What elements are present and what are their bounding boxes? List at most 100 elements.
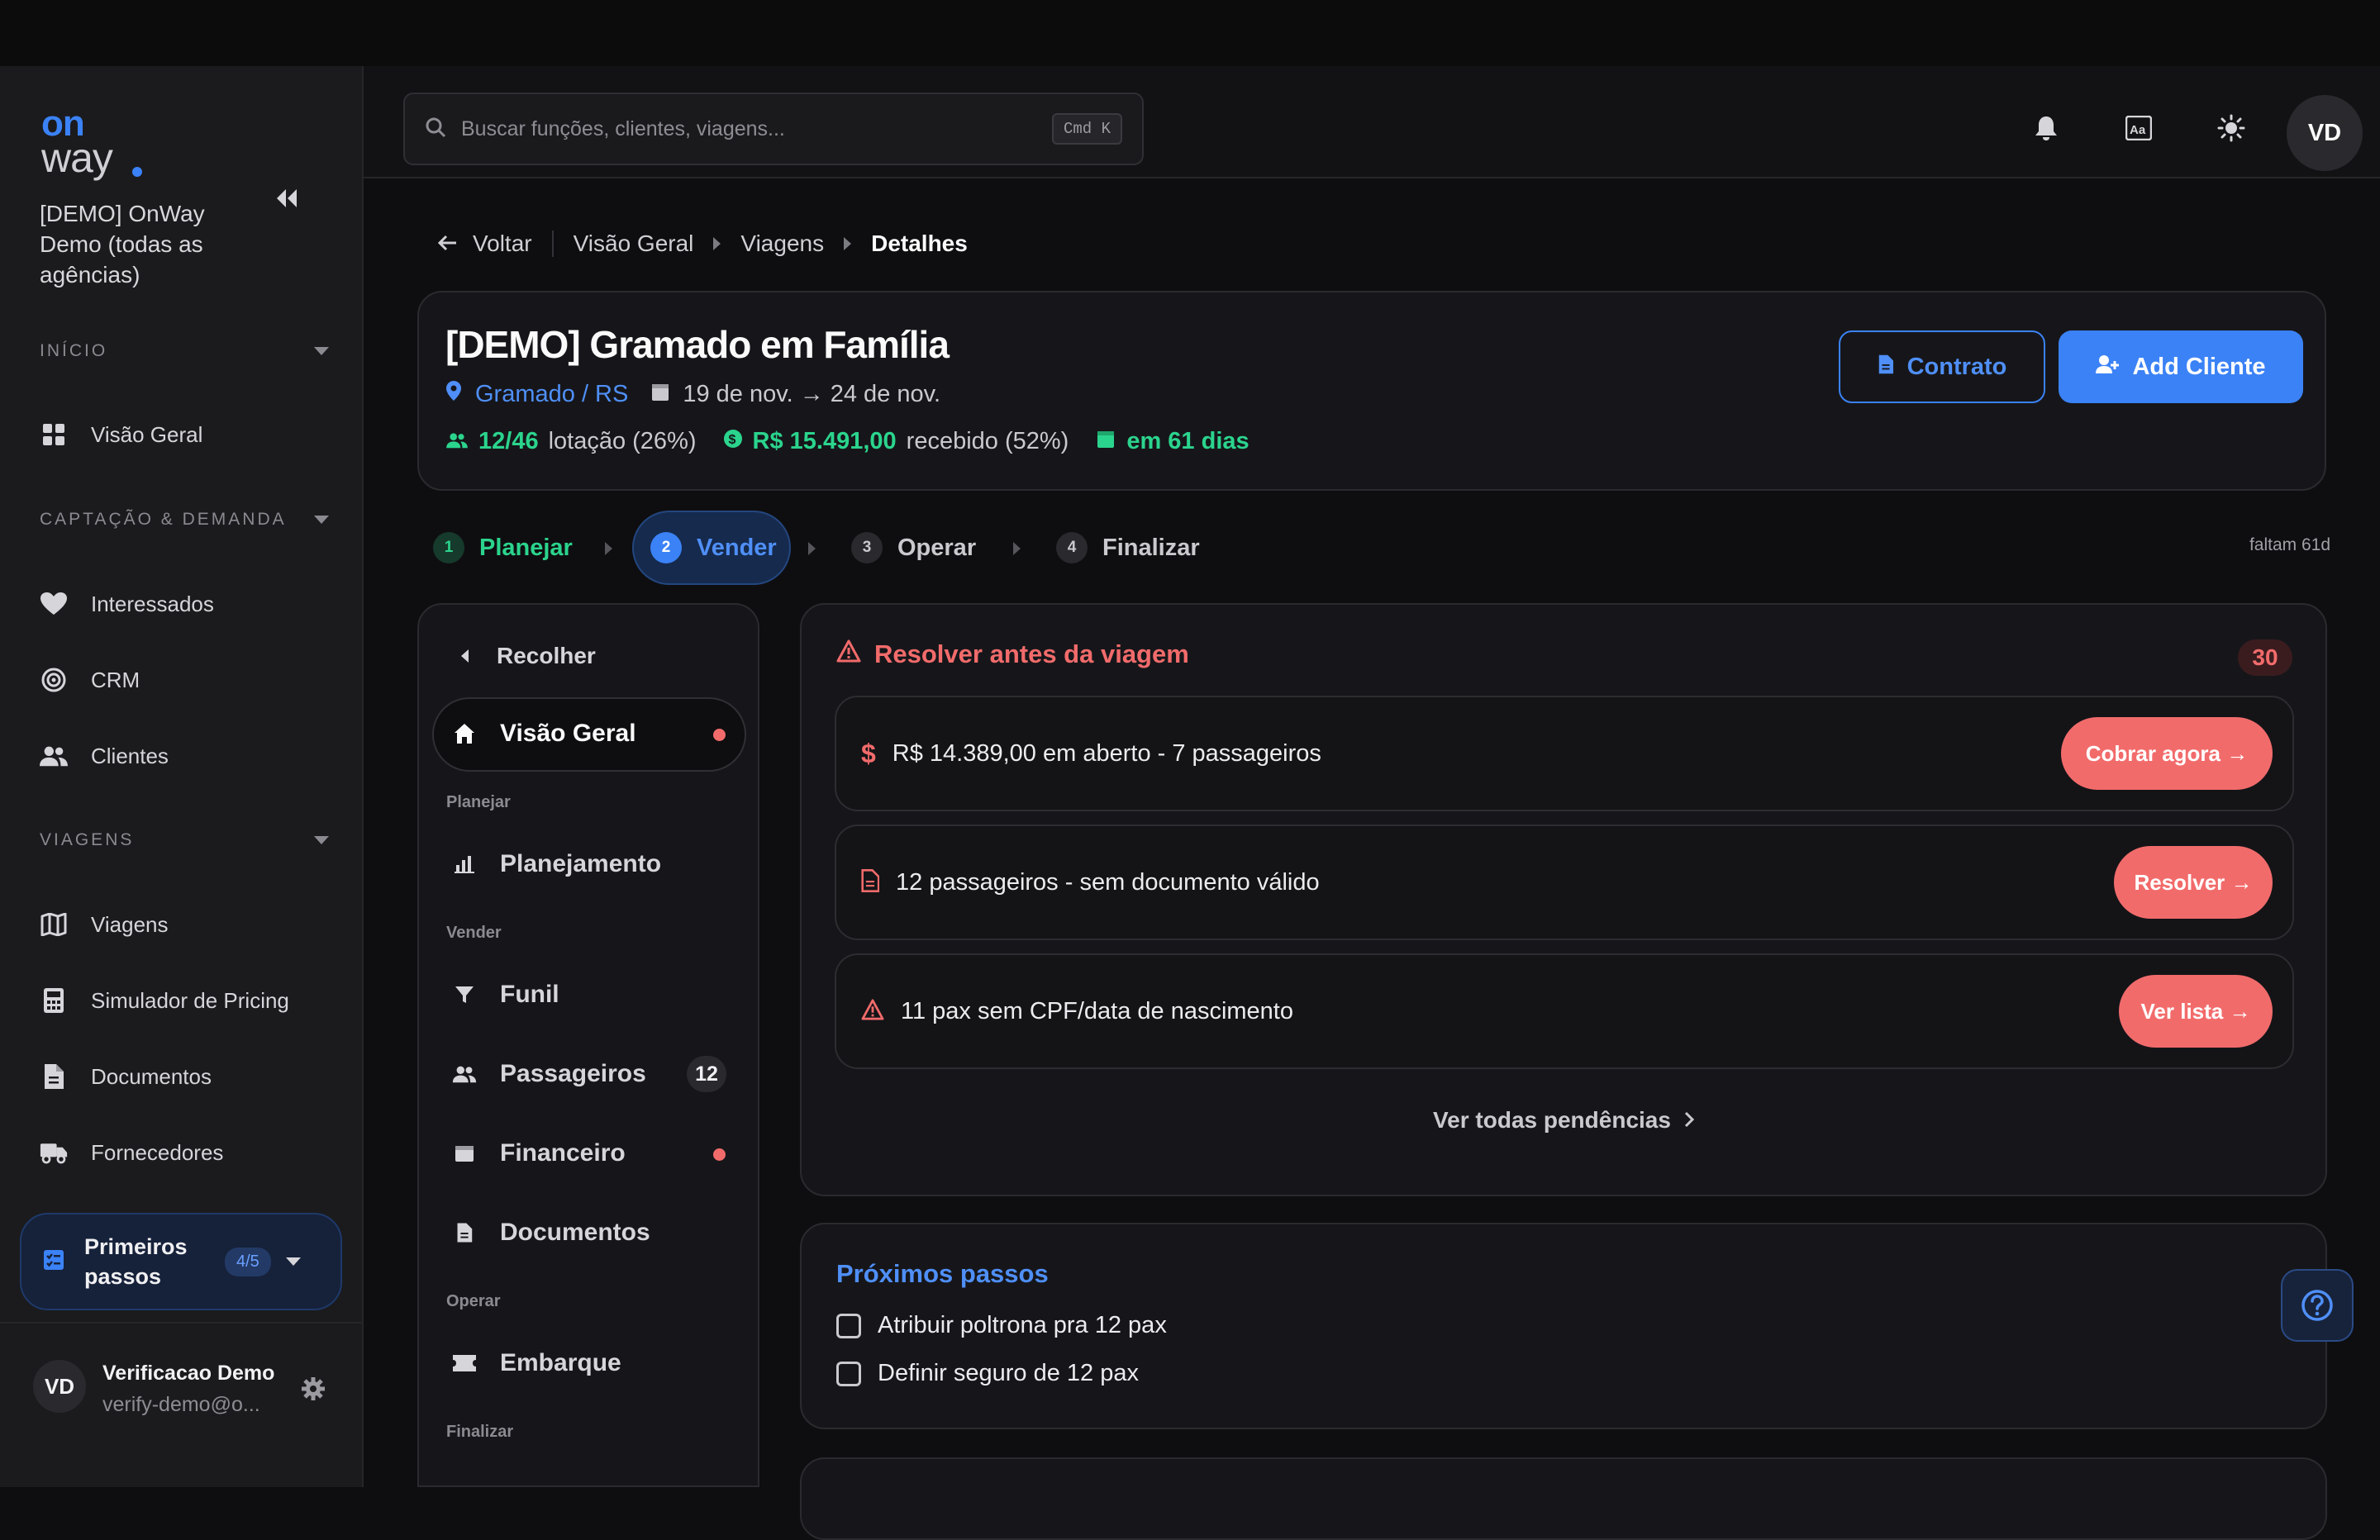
sidebar-item-documentos[interactable]: Documentos — [40, 1055, 337, 1098]
checkbox[interactable] — [836, 1361, 861, 1386]
pending-count-badge: 30 — [2238, 639, 2292, 676]
issue-text: R$ 14.389,00 em aberto - 7 passageiros — [892, 739, 1321, 767]
app-window: on way [DEMO] OnWay Demo (todas as agênc… — [0, 0, 2380, 1540]
help-button[interactable] — [2281, 1269, 2354, 1342]
theme-toggle-button[interactable] — [2202, 99, 2260, 157]
view-all-label: Ver todas pendências — [1433, 1107, 1671, 1133]
subnav-label: Financeiro — [500, 1139, 626, 1167]
view-all-pending-link[interactable]: Ver todas pendências — [802, 1107, 2325, 1134]
chevron-left-icon — [450, 649, 478, 663]
search-icon — [425, 116, 446, 142]
back-link[interactable]: Voltar — [473, 231, 532, 257]
trip-stats: 12/46 lotação (26%) $ R$ 15.491,00 receb… — [445, 428, 1250, 455]
passengers-count-badge: 12 — [687, 1056, 726, 1092]
contract-button[interactable]: Contrato — [1839, 330, 2045, 403]
subnav-item-visao-geral-content[interactable]: Visão Geral — [450, 709, 636, 758]
received-value: R$ 15.491,00 — [752, 428, 897, 454]
step-vender[interactable]: 2 Vender — [632, 511, 791, 585]
language-button[interactable]: Aa — [2110, 99, 2168, 157]
subnav-item-planejamento[interactable]: Planejamento — [450, 839, 661, 889]
double-chevron-left-icon — [277, 189, 297, 207]
section-captacao[interactable]: CAPTAÇÃO & DEMANDA — [40, 507, 329, 532]
users-icon — [445, 428, 469, 455]
occupancy-value: 12/46 — [478, 428, 539, 454]
header-avatar[interactable]: VD — [2287, 95, 2363, 171]
issue-row-documents: 12 passageiros - sem documento válido Re… — [835, 825, 2294, 940]
chevron-right-icon — [844, 237, 852, 250]
subnav-item-documentos[interactable]: Documentos — [450, 1208, 650, 1257]
chevron-right-icon — [713, 237, 721, 250]
sidebar-item-crm[interactable]: CRM — [40, 658, 337, 701]
target-icon — [40, 666, 68, 694]
remaining-days: faltam 61d — [2249, 535, 2330, 554]
collapse-label: Recolher — [497, 643, 596, 668]
trip-countdown: em 61 dias — [1126, 428, 1250, 454]
divider — [551, 231, 554, 257]
next-step-item[interactable]: Atribuir poltrona pra 12 pax — [836, 1312, 1167, 1339]
chevron-right-icon — [605, 542, 612, 555]
trip-dates: 19 de nov. → 24 de nov. — [683, 380, 941, 407]
sidebar-item-simulador-pricing[interactable]: Simulador de Pricing — [40, 979, 337, 1022]
collapse-sidebar-button[interactable] — [266, 182, 306, 215]
onway-logo[interactable]: on way — [41, 106, 157, 180]
subnav-group-planejar: Planejar — [446, 793, 511, 811]
panel-header: Resolver antes da viagem — [836, 639, 1189, 669]
sidebar-item-viagens[interactable]: Viagens — [40, 903, 337, 946]
user-avatar[interactable]: VD — [33, 1360, 86, 1413]
gear-icon[interactable] — [301, 1376, 326, 1405]
section-viagens[interactable]: VIAGENS — [40, 828, 329, 853]
document-icon — [450, 1222, 478, 1243]
sidebar-item-visao-geral[interactable]: Visão Geral — [40, 413, 337, 456]
collapse-subnav-button[interactable]: Recolher — [450, 631, 596, 681]
sidebar-item-interessados[interactable]: Interessados — [40, 582, 337, 625]
window-top-strip — [0, 0, 2380, 66]
onboarding-card[interactable]: Primeiros passos 4/5 — [20, 1213, 342, 1310]
step-number: 1 — [433, 532, 464, 563]
chevron-right-icon — [1684, 1107, 1695, 1134]
breadcrumb-visao-geral[interactable]: Visão Geral — [574, 231, 694, 257]
subnav-label: Planejamento — [500, 850, 662, 877]
trip-subnav: Recolher Visão Geral Planejar Planejamen… — [417, 603, 759, 1487]
step-finalizar[interactable]: 4 Finalizar — [1056, 511, 1200, 585]
step-number: 3 — [851, 532, 883, 563]
trip-location-link[interactable]: Gramado / RS — [475, 381, 628, 408]
sidebar-item-label: Simulador de Pricing — [91, 987, 289, 1013]
subnav-item-passageiros[interactable]: Passageiros — [450, 1049, 646, 1099]
onboarding-progress-badge: 4/5 — [225, 1247, 271, 1276]
sun-icon — [2217, 114, 2245, 142]
view-list-button[interactable]: Ver lista → — [2119, 975, 2273, 1048]
subnav-group-operar: Operar — [446, 1292, 501, 1310]
subnav-item-financeiro[interactable]: Financeiro — [450, 1129, 626, 1178]
notifications-button[interactable] — [2017, 99, 2075, 157]
calendar-icon — [1097, 428, 1115, 455]
money-icon: $ — [723, 428, 743, 455]
issue-text: 11 pax sem CPF/data de nascimento — [901, 997, 1293, 1024]
add-client-button[interactable]: Add Cliente — [2059, 330, 2303, 403]
resolve-button[interactable]: Resolver → — [2114, 846, 2273, 919]
sidebar-item-fornecedores[interactable]: Fornecedores — [40, 1131, 337, 1174]
resolve-before-trip-panel: Resolver antes da viagem 30 $ R$ 14.389,… — [800, 603, 2327, 1196]
issue-text: 12 passageiros - sem documento válido — [896, 868, 1320, 896]
search-shortcut-hint: Cmd K — [1051, 113, 1122, 145]
subnav-label: Embarque — [500, 1349, 621, 1376]
search-input[interactable]: Buscar funções, clientes, viagens... — [461, 117, 1052, 141]
breadcrumb-viagens[interactable]: Viagens — [740, 231, 824, 257]
search-bar[interactable]: Buscar funções, clientes, viagens... Cmd… — [403, 93, 1144, 165]
bell-icon — [2035, 116, 2057, 140]
step-planejar[interactable]: 1 Planejar — [433, 511, 573, 585]
step-operar[interactable]: 3 Operar — [851, 511, 976, 585]
received-label: recebido (52%) — [906, 428, 1069, 454]
user-panel: VD Verificacao Demo verify-demo@o... — [0, 1322, 364, 1421]
section-inicio[interactable]: INÍCIO — [40, 339, 329, 364]
charge-now-button[interactable]: Cobrar agora → — [2061, 717, 2273, 790]
sidebar-item-clientes[interactable]: Clientes — [40, 734, 337, 777]
subnav-item-funil[interactable]: Funil — [450, 970, 559, 1020]
grid-icon — [40, 421, 68, 449]
back-arrow-icon[interactable] — [437, 231, 458, 257]
subnav-item-embarque[interactable]: Embarque — [450, 1338, 621, 1388]
next-card-partial — [800, 1457, 2327, 1540]
section-label: VIAGENS — [40, 830, 135, 849]
subnav-label: Funil — [500, 981, 559, 1008]
next-step-item[interactable]: Definir seguro de 12 pax — [836, 1360, 1139, 1387]
checkbox[interactable] — [836, 1313, 861, 1338]
